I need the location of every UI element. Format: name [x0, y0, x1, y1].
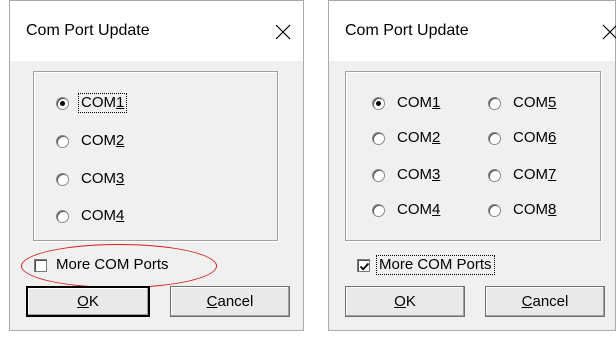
more-com-ports-label: More COM Ports [376, 255, 495, 275]
radio-button[interactable] [56, 134, 69, 148]
radio-button-selected[interactable] [56, 96, 69, 110]
radio-label-com1: COM1 [397, 94, 441, 111]
radio-com7[interactable]: COM7 [488, 164, 558, 186]
dialog-title: Com Port Update [345, 22, 469, 39]
radio-button[interactable] [488, 131, 501, 145]
radio-label-com7: COM7 [513, 166, 557, 183]
radio-button[interactable] [56, 209, 69, 223]
ok-button[interactable]: OK [26, 286, 150, 317]
red-highlight-ellipse [21, 244, 217, 288]
cancel-button[interactable]: Cancel [170, 286, 290, 317]
radio-com4[interactable]: COM4 [56, 205, 126, 227]
radio-button[interactable] [372, 168, 385, 182]
radio-label-com2: COM2 [397, 129, 441, 146]
radio-com8[interactable]: COM8 [488, 199, 558, 221]
com-port-group: COM1 COM2 COM3 COM4 COM5 COM6 COM7 COM8 [345, 71, 601, 241]
radio-label-com1: COM1 [77, 93, 128, 113]
com-port-update-dialog-right: Com Port Update COM1 COM2 COM3 COM4 COM5 [328, 0, 616, 331]
checkbox-checked[interactable] [357, 258, 370, 272]
radio-button[interactable] [56, 172, 69, 186]
radio-button-selected[interactable] [372, 96, 385, 110]
checkmark-icon [359, 262, 370, 270]
more-com-ports-checkbox[interactable]: More COM Ports [357, 253, 495, 277]
radio-com3[interactable]: COM3 [56, 168, 126, 190]
close-icon [602, 24, 616, 40]
radio-label-com4: COM4 [81, 207, 125, 224]
dialog-title: Com Port Update [26, 22, 150, 39]
radio-button[interactable] [488, 203, 501, 217]
radio-com1[interactable]: COM1 [56, 92, 128, 114]
radio-label-com5: COM5 [513, 94, 557, 111]
radio-com3[interactable]: COM3 [372, 164, 442, 186]
com-port-update-dialog-left: Com Port Update COM1 COM2 COM3 COM4 More… [9, 0, 304, 331]
com-port-group: COM1 COM2 COM3 COM4 [33, 71, 278, 241]
radio-com5[interactable]: COM5 [488, 92, 558, 114]
radio-label-com4: COM4 [397, 201, 441, 218]
cancel-button[interactable]: Cancel [485, 286, 605, 317]
radio-label-com3: COM3 [397, 166, 441, 183]
radio-label-com3: COM3 [81, 170, 125, 187]
close-button[interactable] [593, 15, 616, 49]
close-icon [275, 24, 291, 40]
radio-label-com2: COM2 [81, 132, 125, 149]
radio-button[interactable] [372, 203, 385, 217]
radio-com2[interactable]: COM2 [372, 127, 442, 149]
radio-com6[interactable]: COM6 [488, 127, 558, 149]
ok-button[interactable]: OK [345, 286, 465, 317]
radio-com2[interactable]: COM2 [56, 130, 126, 152]
radio-com4[interactable]: COM4 [372, 199, 442, 221]
close-button[interactable] [266, 15, 300, 49]
radio-button[interactable] [488, 96, 501, 110]
radio-button[interactable] [488, 168, 501, 182]
radio-label-com6: COM6 [513, 129, 557, 146]
title-bar: Com Port Update [329, 1, 616, 61]
radio-button[interactable] [372, 131, 385, 145]
radio-com1[interactable]: COM1 [372, 92, 442, 114]
title-bar: Com Port Update [10, 1, 303, 61]
radio-label-com8: COM8 [513, 201, 557, 218]
